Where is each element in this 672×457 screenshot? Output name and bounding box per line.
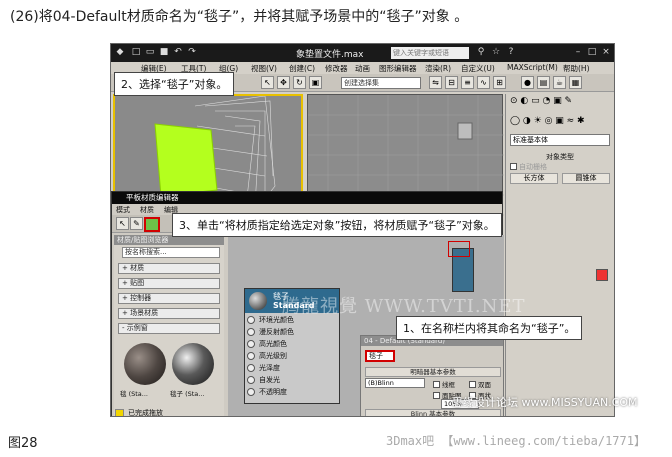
corner-watermark: 思缘设计论坛 www.MISSYUAN.COM [452,396,638,409]
assign-material-button[interactable] [144,217,160,232]
max-logo-icon[interactable]: ◆ [115,47,125,57]
command-tabs[interactable]: ⊙ ◐ ▭ ◔ ▣ ✎ [510,96,572,106]
close-icon[interactable]: × [601,47,611,57]
sample-sphere-2[interactable] [172,343,214,385]
category-scene-materials[interactable]: + 场景材质 [118,308,220,319]
curve-editor-icon[interactable]: ∿ [477,76,490,89]
new-file-icon[interactable]: □ [131,47,141,57]
footer-watermark: 3Dmax吧 【www.lineeg.com/tieba/1771】 [386,434,646,448]
node-preview-icon [249,292,267,310]
shader-rollout[interactable]: 明暗器基本参数 [365,367,501,377]
category-maps[interactable]: + 贴图 [118,278,220,289]
menu-views[interactable]: 视图(V) [251,63,277,74]
view-watermark: 腾龍視覺 WWW.TVTI.NET [282,296,526,317]
two-sided-checkbox[interactable]: 双面 [469,379,491,389]
status-bar: 已完成拖放 [112,407,228,416]
callout-step1: 1、在名称栏内将其命名为“毯子”。 [396,316,583,340]
primitive-dropdown[interactable]: 标准基本体 [510,134,610,146]
slot-specular-level[interactable]: 高光级别 [245,351,339,361]
layer-icon[interactable]: ≡ [461,76,474,89]
callout-step2: 2、选择“毯子”对象。 [114,72,235,96]
max-title-bar: ◆ □ ▭ ■ ↶ ↷ 象垫置文件.max 键入关键字或短语 ⚲ ☆ ? – □… [111,44,614,62]
sample-label-2: 毯子 (Sta... [170,390,205,398]
category-sample-slots[interactable]: - 示例窗 [118,323,220,334]
render-setup-icon[interactable]: ▤ [537,76,550,89]
open-file-icon[interactable]: ▭ [145,47,155,57]
box-button[interactable]: 长方体 [510,173,558,184]
color-swatch[interactable] [596,269,608,281]
slot-diffuse[interactable]: 漫反射颜色 [245,327,339,337]
menu-rendering[interactable]: 渲染(R) [425,63,451,74]
menu-animation[interactable]: 动画 [355,63,370,74]
menu-customize[interactable]: 自定义(U) [461,63,495,74]
sample-sphere-1[interactable] [124,343,166,385]
slot-glossiness[interactable]: 光泽度 [245,363,339,373]
search-input[interactable]: 键入关键字或短语 [391,47,469,59]
carpet-object[interactable] [155,124,217,196]
wire-checkbox[interactable]: 线框 [433,379,455,389]
browser-search-input[interactable]: 按名称搜索... [122,247,220,258]
save-icon[interactable]: ■ [159,47,169,57]
slot-specular[interactable]: 高光颜色 [245,339,339,349]
undo-icon[interactable]: ↶ [173,47,183,57]
window-title: 象垫置文件.max [296,50,364,60]
scale-icon[interactable]: ▣ [309,76,322,89]
maximize-icon[interactable]: □ [587,47,597,57]
help-icon[interactable]: ? [506,47,516,57]
pick-material-icon[interactable]: ↖ [116,217,129,230]
autogrid-checkbox[interactable]: 自动栅格 [510,162,610,172]
put-material-icon[interactable]: ✎ [130,217,143,230]
create-categories[interactable]: ◯ ◑ ☀ ◎ ▣ ≈ ✱ [510,116,585,126]
select-icon[interactable]: ↖ [261,76,274,89]
menu-help[interactable]: 帮助(H) [563,63,590,74]
material-browser: 材质/贴图浏览器 按名称搜索... + 材质 + 贴图 + 控制器 + 场景材质… [114,235,224,416]
sample-label-1: 毯 (Sta... [120,390,148,398]
slot-self-illumination[interactable]: 自发光 [245,375,339,385]
selection-set-dropdown[interactable]: 创建选择集 [341,77,421,89]
category-controllers[interactable]: + 控制器 [118,293,220,304]
me-menu-material[interactable]: 材质 [140,205,154,215]
navigator-frame[interactable] [448,241,470,257]
category-materials[interactable]: + 材质 [118,263,220,274]
cone-button[interactable]: 圆锥体 [562,173,610,184]
slot-opacity[interactable]: 不透明度 [245,387,339,397]
material-name-field[interactable]: 毯子 [365,350,395,362]
me-menu-mode[interactable]: 模式 [116,205,130,215]
menu-graph-editors[interactable]: 图形编辑器 [379,63,417,74]
rotate-icon[interactable]: ↻ [293,76,306,89]
render-icon[interactable]: ☕ [553,76,566,89]
shader-dropdown[interactable]: (B)Blinn [365,378,425,388]
menu-create[interactable]: 创建(C) [289,63,315,74]
object-type-title: 对象类型 [546,153,574,161]
command-panel: ⊙ ◐ ▭ ◔ ▣ ✎ ◯ ◑ ☀ ◎ ▣ ≈ ✱ 标准基本体 对象类型 自动栅… [505,94,614,416]
menu-maxscript[interactable]: MAXScript(M) [507,63,558,72]
move-icon[interactable]: ✥ [277,76,290,89]
status-icon [115,409,124,416]
blinn-rollout[interactable]: Blinn 基本参数 [365,409,501,416]
page-heading: (26)将04-Default材质命名为“毯子”，并将其赋予场景中的“毯子”对象… [10,9,469,25]
star-icon[interactable]: ☆ [491,47,501,57]
mirror-icon[interactable]: ⇋ [429,76,442,89]
binoculars-icon[interactable]: ⚲ [476,47,486,57]
minimize-icon[interactable]: – [573,47,583,57]
callout-step3: 3、单击“将材质指定给选定对象”按钮，将材质赋予“毯子”对象。 [172,213,502,237]
view-cube-icon[interactable] [457,122,473,140]
menu-modifiers[interactable]: 修改器 [325,63,348,74]
align-icon[interactable]: ⊟ [445,76,458,89]
material-editor-title: 平板材质编辑器 [112,192,502,204]
render-frame-icon[interactable]: ▦ [569,76,582,89]
material-editor-icon[interactable]: ● [521,76,534,89]
figure-label: 图28 [8,436,38,451]
redo-icon[interactable]: ↷ [187,47,197,57]
schematic-icon[interactable]: ⊞ [493,76,506,89]
